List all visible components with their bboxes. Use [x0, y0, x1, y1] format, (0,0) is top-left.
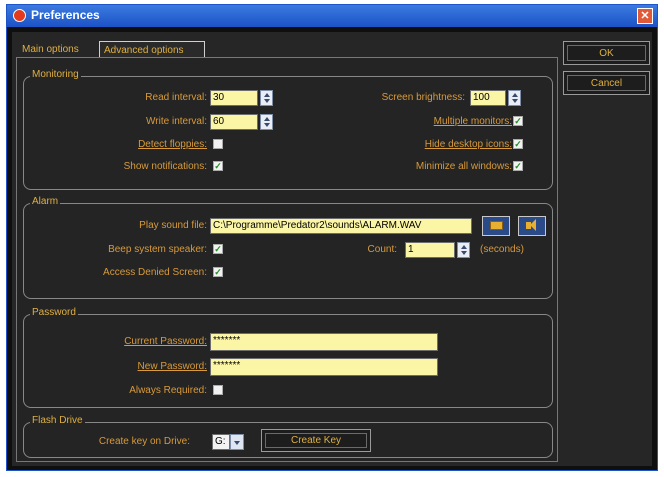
play-sound-field[interactable]: C:\Programme\Predator2\sounds\ALARM.WAV	[210, 218, 472, 234]
title-bar[interactable]: Preferences ✕	[7, 5, 657, 27]
play-sound-label: Play sound file:	[139, 220, 207, 231]
always-required-checkbox[interactable]	[213, 385, 223, 395]
ok-button[interactable]: OK	[563, 41, 650, 65]
multiple-monitors-checkbox[interactable]: ✓	[513, 116, 523, 126]
create-key-button[interactable]: Create Key	[261, 429, 371, 452]
monitoring-legend: Monitoring	[30, 69, 81, 80]
count-field[interactable]: 1	[405, 242, 455, 258]
show-notifications-checkbox[interactable]: ✓	[213, 161, 223, 171]
cancel-button-label: Cancel	[567, 75, 646, 91]
write-interval-label: Write interval:	[146, 116, 207, 127]
alarm-legend: Alarm	[30, 196, 61, 207]
cancel-button[interactable]: Cancel	[563, 71, 650, 95]
password-legend: Password	[30, 307, 78, 318]
new-password-text: New Password:	[137, 361, 207, 372]
beep-speaker-checkbox[interactable]: ✓	[213, 244, 223, 254]
window-title: Preferences	[31, 8, 100, 22]
screen-brightness-field[interactable]: 100	[470, 90, 506, 106]
write-interval-field[interactable]: 60	[210, 114, 258, 130]
folder-icon	[490, 221, 503, 230]
multiple-monitors-label: Multiple monitors:	[434, 116, 512, 127]
screen-brightness-label: Screen brightness:	[381, 92, 465, 103]
flash-drive-group: Flash Drive Create key on Drive: G: Crea…	[23, 415, 553, 458]
drive-dropdown-arrow[interactable]	[230, 434, 244, 450]
create-key-button-label: Create Key	[265, 433, 367, 448]
access-denied-label: Access Denied Screen:	[103, 267, 207, 278]
create-key-label: Create key on Drive:	[98, 436, 190, 447]
detect-floppies-label: Detect floppies:	[138, 139, 207, 150]
write-interval-spinner[interactable]	[260, 114, 273, 130]
drive-select[interactable]: G:	[212, 434, 230, 450]
new-password-label: New Password:	[138, 361, 207, 372]
current-password-field[interactable]: *******	[210, 333, 438, 351]
new-password-field[interactable]: *******	[210, 358, 438, 376]
multiple-monitors-text: Multiple monitors:	[433, 116, 512, 127]
count-spinner[interactable]	[457, 242, 470, 258]
minimize-all-windows-label: Minimize all windows:	[415, 161, 512, 172]
browse-folder-button[interactable]	[482, 216, 510, 236]
hide-desktop-icons-label: Hide desktop icons:	[425, 139, 512, 150]
monitoring-group: Monitoring Read interval: 30 Write inter…	[23, 69, 553, 190]
current-password-text: Current Password:	[124, 336, 207, 347]
screen-brightness-spinner[interactable]	[508, 90, 521, 106]
play-sound-button[interactable]	[518, 216, 546, 236]
show-notifications-label: Show notifications:	[123, 161, 207, 172]
flash-drive-legend: Flash Drive	[30, 415, 85, 426]
hide-desktop-icons-checkbox[interactable]: ✓	[513, 139, 523, 149]
minimize-all-windows-checkbox[interactable]: ✓	[513, 161, 523, 171]
detect-floppies-text: Detect floppies:	[138, 139, 207, 150]
beep-speaker-label: Beep system speaker:	[108, 244, 207, 255]
current-password-label: Current Password:	[124, 336, 207, 347]
dialog-content: Main options Advanced options Monitoring…	[12, 32, 652, 466]
detect-floppies-checkbox[interactable]	[213, 139, 223, 149]
app-icon	[13, 9, 26, 22]
close-icon[interactable]: ✕	[637, 8, 653, 24]
preferences-window: Preferences ✕ Main options Advanced opti…	[6, 4, 658, 471]
hide-desktop-icons-text: Hide desktop icons:	[424, 139, 512, 150]
tab-advanced-options[interactable]: Advanced options	[99, 41, 205, 58]
always-required-label: Always Required:	[129, 385, 207, 396]
password-group: Password Current Password: ******* New P…	[23, 307, 553, 408]
access-denied-checkbox[interactable]: ✓	[213, 267, 223, 277]
tab-panel: Monitoring Read interval: 30 Write inter…	[16, 57, 558, 462]
read-interval-label: Read interval:	[145, 92, 207, 103]
tab-main-options[interactable]: Main options	[18, 41, 98, 58]
read-interval-spinner[interactable]	[260, 90, 273, 106]
alarm-group: Alarm Play sound file: C:\Programme\Pred…	[23, 196, 553, 299]
ok-button-label: OK	[567, 45, 646, 61]
speaker-cone-icon	[530, 219, 536, 231]
read-interval-field[interactable]: 30	[210, 90, 258, 106]
count-label: Count:	[367, 244, 397, 255]
count-unit: (seconds)	[480, 244, 524, 255]
